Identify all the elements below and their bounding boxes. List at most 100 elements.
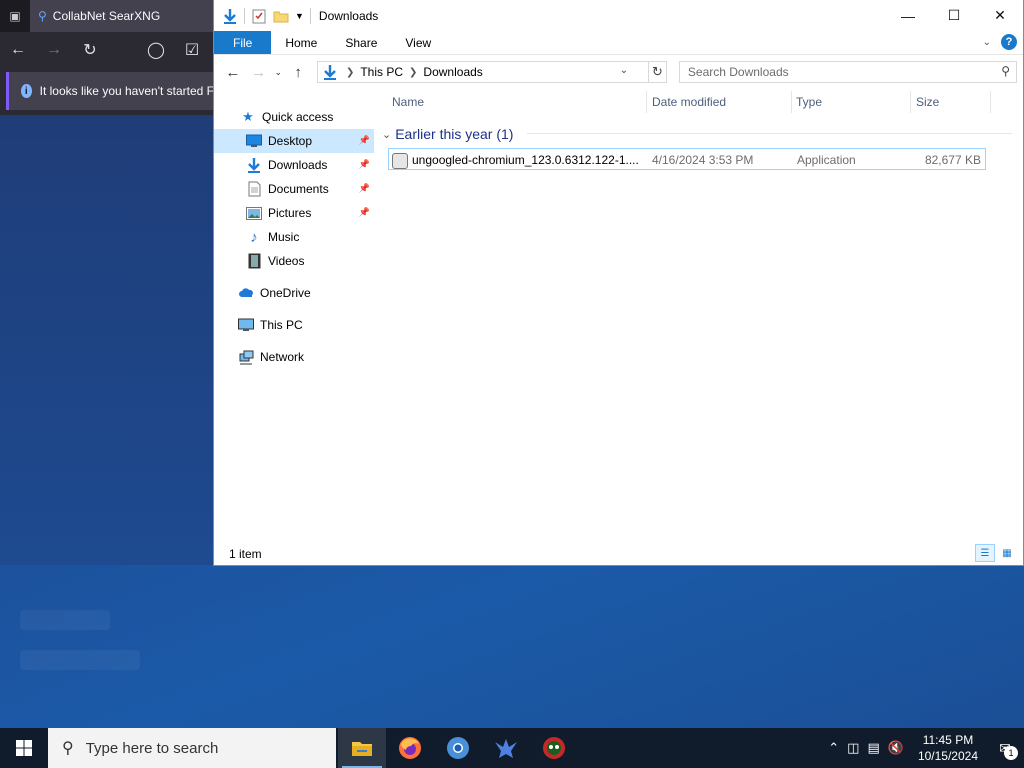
file-list-pane: Name Date modified Type Size ⌄ Earlier t… bbox=[382, 89, 1022, 539]
browser-page bbox=[0, 115, 214, 565]
help-icon[interactable]: ? bbox=[1001, 34, 1017, 50]
nav-pictures[interactable]: Pictures 📌 bbox=[214, 201, 374, 225]
windows-start-icon[interactable] bbox=[0, 728, 48, 768]
browser-tab-title: CollabNet SearXNG bbox=[52, 9, 161, 23]
new-folder-icon[interactable] bbox=[273, 8, 289, 24]
search-icon: ⚲ bbox=[38, 9, 47, 23]
column-date-modified[interactable]: Date modified bbox=[652, 95, 726, 109]
browser-tab[interactable]: ⚲ CollabNet SearXNG bbox=[30, 0, 214, 32]
nav-network[interactable]: Network bbox=[214, 345, 374, 369]
pin-icon[interactable]: 📌 bbox=[359, 135, 370, 146]
network-status-icon[interactable]: ▤ bbox=[867, 740, 879, 756]
taskbar-search[interactable]: ⚲ Type here to search bbox=[48, 728, 336, 768]
chevron-right-icon: ❯ bbox=[409, 66, 418, 78]
navigation-pane: ★ Quick access Desktop 📌 Downloads 📌 Doc… bbox=[214, 89, 374, 539]
up-icon[interactable]: ↑ bbox=[285, 64, 311, 81]
pin-icon[interactable]: 📌 bbox=[359, 207, 370, 218]
notification-badge: 1 bbox=[1004, 746, 1018, 760]
nav-videos[interactable]: Videos bbox=[214, 249, 374, 273]
forward-icon[interactable]: → bbox=[246, 64, 272, 81]
pictures-icon bbox=[246, 205, 262, 221]
file-name: ungoogled-chromium_123.0.6312.122-1.... bbox=[412, 153, 639, 167]
nav-label: Videos bbox=[268, 254, 305, 268]
battery-icon[interactable]: ◫ bbox=[847, 740, 859, 756]
pin-icon[interactable]: 📌 bbox=[359, 183, 370, 194]
browser-tabbar: ▣ ⚲ CollabNet SearXNG bbox=[0, 0, 214, 32]
maximize-icon[interactable]: ☐ bbox=[931, 0, 977, 31]
properties-icon[interactable] bbox=[251, 8, 267, 24]
title-bar: ▼ Downloads — ☐ ✕ bbox=[214, 0, 1023, 31]
taskbar-firefox[interactable] bbox=[386, 728, 434, 768]
nav-onedrive[interactable]: OneDrive bbox=[214, 281, 374, 305]
nav-label: Network bbox=[260, 350, 305, 364]
chevron-up-icon[interactable]: ⌃ bbox=[828, 740, 839, 756]
tab-home[interactable]: Home bbox=[271, 31, 331, 54]
file-explorer-window: ▼ Downloads — ☐ ✕ File Home Share View ⌄… bbox=[213, 0, 1024, 566]
tab-list-icon[interactable]: ▣ bbox=[0, 9, 30, 23]
large-icons-view-icon[interactable]: ▦ bbox=[997, 544, 1017, 562]
nav-label: Desktop bbox=[268, 134, 313, 148]
nav-music[interactable]: ♪ Music bbox=[214, 225, 374, 249]
address-bar[interactable]: ❯ This PC ❯ Downloads ⌄ bbox=[316, 61, 650, 83]
shield-icon[interactable]: ◯ bbox=[138, 40, 174, 60]
notification-center-icon[interactable]: ✉ 1 bbox=[992, 736, 1018, 760]
customize-dropdown-icon[interactable]: ▼ bbox=[295, 11, 304, 21]
chevron-down-icon: ⌄ bbox=[382, 128, 392, 141]
nav-downloads[interactable]: Downloads 📌 bbox=[214, 153, 374, 177]
nav-desktop[interactable]: Desktop 📌 bbox=[214, 129, 374, 153]
address-dropdown-icon[interactable]: ⌄ bbox=[620, 65, 628, 76]
nav-label: Downloads bbox=[268, 158, 328, 172]
application-icon bbox=[392, 153, 408, 169]
tab-share[interactable]: Share bbox=[331, 31, 391, 54]
back-icon[interactable]: ← bbox=[0, 41, 36, 59]
app-face-icon bbox=[543, 737, 565, 759]
refresh-icon[interactable]: ↻ bbox=[649, 61, 667, 83]
breadcrumb-downloads[interactable]: Downloads bbox=[423, 65, 482, 79]
group-header[interactable]: ⌄ Earlier this year (1) bbox=[382, 123, 513, 145]
back-icon[interactable]: ← bbox=[220, 64, 246, 81]
clock[interactable]: 11:45 PM 10/15/2024 bbox=[918, 732, 978, 764]
tab-view[interactable]: View bbox=[391, 31, 445, 54]
taskbar-chromium[interactable] bbox=[434, 728, 482, 768]
download-arrow-icon bbox=[246, 157, 262, 173]
column-name[interactable]: Name bbox=[392, 95, 424, 109]
column-type[interactable]: Type bbox=[796, 95, 822, 109]
search-icon: ⚲ bbox=[62, 740, 74, 757]
details-view-icon[interactable]: ☰ bbox=[975, 544, 995, 562]
nav-quick-access[interactable]: ★ Quick access bbox=[214, 105, 374, 129]
column-size[interactable]: Size bbox=[916, 95, 939, 109]
nav-label: Quick access bbox=[262, 110, 334, 124]
nav-this-pc[interactable]: This PC bbox=[214, 313, 374, 337]
reload-icon[interactable]: ↻ bbox=[72, 40, 108, 60]
nav-label: OneDrive bbox=[260, 286, 311, 300]
clock-time: 11:45 PM bbox=[922, 733, 974, 747]
lock-icon[interactable]: ☑ bbox=[174, 40, 210, 60]
chevron-right-icon: ❯ bbox=[345, 66, 355, 78]
volume-muted-icon[interactable]: 🔇 bbox=[888, 740, 904, 756]
taskbar-file-explorer[interactable] bbox=[338, 728, 386, 768]
column-separator[interactable] bbox=[791, 91, 792, 113]
address-row: ← → ⌄ ↑ ❯ This PC ❯ Downloads ⌄ ↻ Search… bbox=[214, 55, 1023, 89]
recent-locations-icon[interactable]: ⌄ bbox=[271, 67, 285, 78]
taskbar: ⚲ Type here to search ⌃ ◫ ▤ 🔇 11:45 PM 1… bbox=[0, 728, 1024, 768]
taskbar-bird-app[interactable] bbox=[482, 728, 530, 768]
tab-file[interactable]: File bbox=[214, 31, 272, 54]
column-separator[interactable] bbox=[990, 91, 991, 113]
forward-icon[interactable]: → bbox=[36, 41, 72, 59]
nav-documents[interactable]: Documents 📌 bbox=[214, 177, 374, 201]
browser-notification-banner: i It looks like you haven't started F bbox=[6, 72, 214, 110]
breadcrumb-this-pc[interactable]: This PC bbox=[360, 65, 403, 79]
column-separator[interactable] bbox=[646, 91, 647, 113]
expand-ribbon-icon[interactable]: ⌄ bbox=[983, 37, 991, 48]
file-type: Application bbox=[797, 153, 856, 167]
file-row[interactable]: ungoogled-chromium_123.0.6312.122-1.... … bbox=[388, 148, 986, 170]
film-icon bbox=[246, 253, 262, 269]
minimize-icon[interactable]: — bbox=[885, 0, 931, 31]
browser-toolbar: ← → ↻ ◯ ☑ bbox=[0, 32, 214, 68]
close-icon[interactable]: ✕ bbox=[977, 0, 1023, 31]
taskbar-red-app[interactable] bbox=[530, 728, 578, 768]
column-separator[interactable] bbox=[910, 91, 911, 113]
pin-icon[interactable]: 📌 bbox=[359, 159, 370, 170]
chromium-icon bbox=[447, 737, 469, 759]
search-input[interactable]: Search Downloads ⚲ bbox=[678, 61, 1018, 83]
